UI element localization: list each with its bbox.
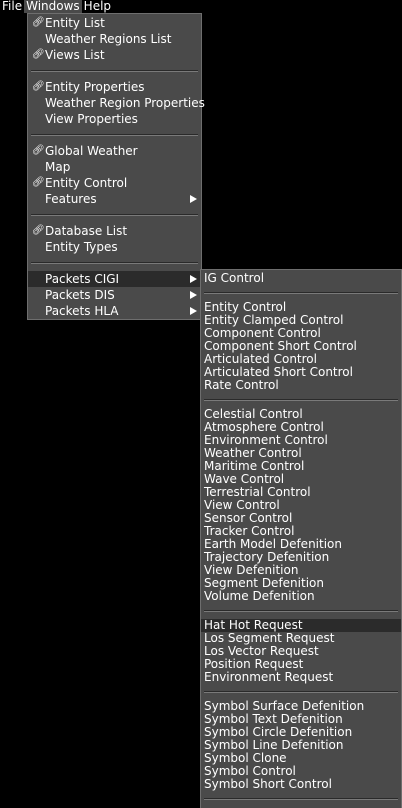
menu-item-packets-hla[interactable]: Packets HLA xyxy=(28,303,201,319)
link-icon: 🔗︎ xyxy=(32,225,45,236)
menu-item-database-list[interactable]: 🔗︎ Database List xyxy=(28,223,201,239)
menu-separator xyxy=(204,610,398,612)
menu-item-weather-region-properties[interactable]: Weather Region Properties xyxy=(28,95,205,111)
menu-separator xyxy=(204,691,398,693)
menu-item-features[interactable]: Features xyxy=(28,191,201,207)
menu-file[interactable]: File xyxy=(0,0,24,13)
menu-windows[interactable]: Windows xyxy=(24,0,82,13)
submenu-item-ig-control[interactable]: IG Control xyxy=(201,272,401,285)
link-icon: 🔗︎ xyxy=(32,81,45,92)
menu-item-views-list[interactable]: 🔗︎ Views List xyxy=(28,47,201,63)
menu-item-entity-list[interactable]: 🔗︎ Entity List xyxy=(28,15,201,31)
menu-item-packets-dis[interactable]: Packets DIS xyxy=(28,287,201,303)
menu-separator xyxy=(204,292,398,294)
menu-separator xyxy=(31,134,198,136)
chevron-right-icon xyxy=(190,291,197,299)
submenu-item-rate-control[interactable]: Rate Control xyxy=(201,379,401,392)
menu-item-global-weather[interactable]: 🔗︎ Global Weather xyxy=(28,143,201,159)
menu-separator xyxy=(31,214,198,216)
link-icon: 🔗︎ xyxy=(32,49,45,60)
link-icon: 🔗︎ xyxy=(32,17,45,28)
link-icon: 🔗︎ xyxy=(32,177,45,188)
link-icon: 🔗︎ xyxy=(32,145,45,156)
menu-separator xyxy=(204,399,398,401)
menu-item-entity-properties[interactable]: 🔗︎ Entity Properties xyxy=(28,79,201,95)
menu-item-map[interactable]: Map xyxy=(28,159,201,175)
menu-item-weather-regions-list[interactable]: Weather Regions List xyxy=(28,31,201,47)
menu-item-packets-cigi[interactable]: Packets CIGI xyxy=(28,271,201,287)
menu-separator xyxy=(31,70,198,72)
windows-menu: 🔗︎ Entity List Weather Regions List 🔗︎ V… xyxy=(27,13,205,320)
chevron-right-icon xyxy=(190,195,197,203)
menu-item-entity-types[interactable]: Entity Types xyxy=(28,239,201,255)
menu-separator xyxy=(204,798,398,800)
chevron-right-icon xyxy=(190,307,197,315)
menu-help[interactable]: Help xyxy=(82,0,113,13)
menu-item-entity-control[interactable]: 🔗︎ Entity Control xyxy=(28,175,201,191)
menu-item-view-properties[interactable]: View Properties xyxy=(28,111,201,127)
submenu-item-symbol-short-control[interactable]: Symbol Short Control xyxy=(201,778,401,791)
chevron-right-icon xyxy=(190,275,197,283)
packets-cigi-submenu: IG Control Entity Control Entity Clamped… xyxy=(200,269,402,808)
submenu-item-volume-defenition[interactable]: Volume Defenition xyxy=(201,590,401,603)
menu-separator xyxy=(31,262,198,264)
submenu-item-environment-request[interactable]: Environment Request xyxy=(201,671,401,684)
menubar: File Windows Help xyxy=(0,0,113,13)
